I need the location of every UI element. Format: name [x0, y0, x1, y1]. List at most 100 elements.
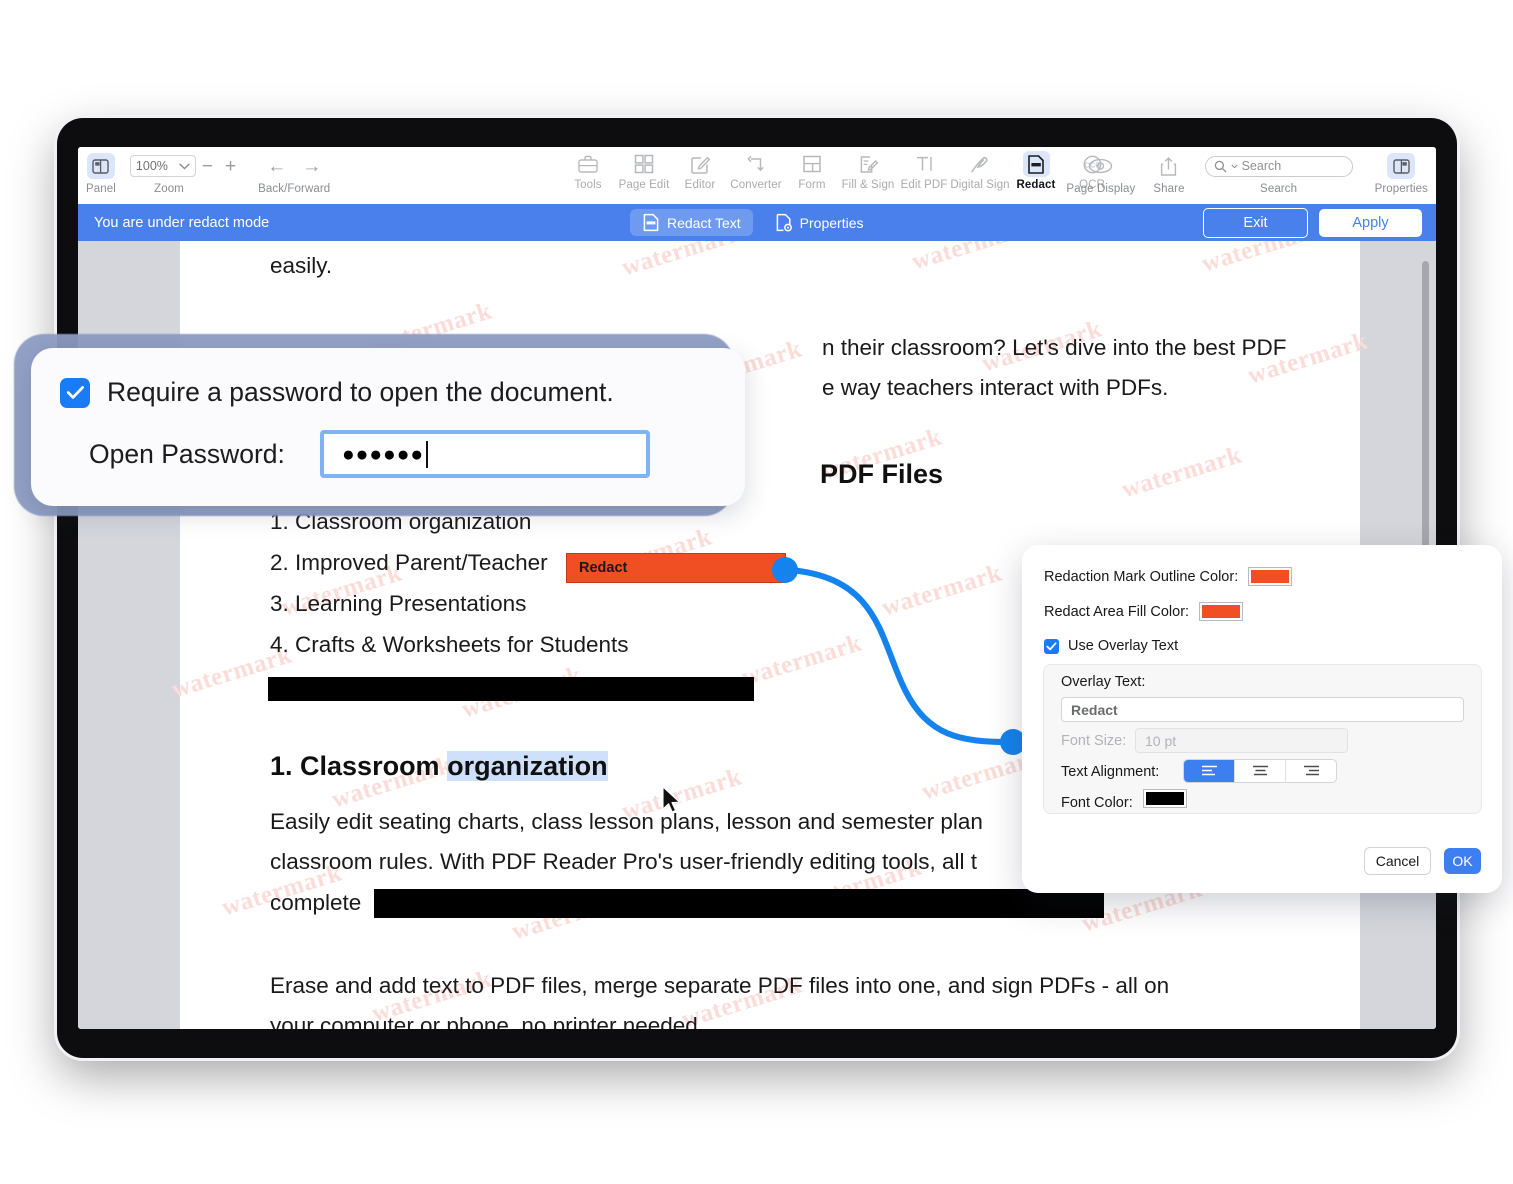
outline-color-fill: [1251, 570, 1290, 583]
pencil-square-icon: [687, 151, 714, 177]
redact-properties-button[interactable]: Properties: [763, 209, 876, 236]
font-size-input[interactable]: 10 pt: [1135, 728, 1348, 753]
tool-page-edit[interactable]: Page Edit: [616, 151, 672, 191]
back-forward-label: Back/Forward: [258, 183, 331, 195]
doc-list-item: 2. Improved Parent/Teacher: [270, 550, 548, 575]
tool-page-edit-label: Page Edit: [618, 179, 670, 191]
main-toolbar: Panel 100% − + Zoom ← → Back/Forward Too…: [78, 147, 1436, 204]
tool-edit-pdf[interactable]: Edit PDF: [896, 151, 952, 191]
redact-properties-label: Properties: [799, 214, 864, 231]
fill-color-swatch[interactable]: [1199, 602, 1244, 621]
tool-converter[interactable]: Converter: [728, 151, 784, 191]
panel-icon-wrap: [86, 151, 115, 181]
doc-section-heading-selected: organization: [447, 751, 608, 781]
align-right-icon: [1303, 765, 1319, 776]
toolbar-right-group: Page Display Share Search Search Propert…: [1066, 151, 1428, 195]
dialog-actions: Cancel OK: [1364, 847, 1481, 875]
properties-icon-wrap: [1387, 151, 1416, 181]
overlay-text-value: Redact: [1071, 701, 1118, 718]
panel-icon: [86, 153, 115, 179]
use-overlay-checkbox[interactable]: [1044, 638, 1059, 654]
require-password-checkbox[interactable]: [60, 377, 90, 408]
doc-section-heading: 1. Classroom organization: [270, 751, 608, 782]
doc-line-easily: easily.: [270, 253, 333, 278]
zoom-label: Zoom: [154, 183, 184, 195]
password-dialog: Require a password to open the document.…: [31, 348, 745, 506]
mouse-cursor: [662, 786, 681, 813]
tool-digital-sign-label: Digital Sign: [950, 179, 1010, 191]
align-right-option[interactable]: [1286, 760, 1336, 782]
back-forward-group: ← → Back/Forward: [258, 151, 331, 196]
redact-text-icon: [643, 213, 659, 232]
search-label: Search: [1260, 183, 1298, 195]
tool-form[interactable]: Form: [784, 151, 840, 191]
tool-editor[interactable]: Editor: [672, 151, 728, 191]
share-button[interactable]: Share: [1153, 151, 1184, 195]
panel-icon-svg: [92, 158, 110, 174]
font-color-label: Font Color:: [1061, 795, 1133, 811]
convert-arrows-icon: [743, 151, 770, 177]
align-center-option[interactable]: [1235, 760, 1286, 782]
properties-button[interactable]: Properties: [1375, 151, 1428, 195]
share-upload-icon: [1159, 151, 1178, 181]
redaction-mark[interactable]: Redact: [566, 553, 786, 583]
outline-color-row: Redaction Mark Outline Color:: [1044, 567, 1293, 586]
tool-redact[interactable]: Redact: [1008, 151, 1064, 191]
cancel-button[interactable]: Cancel: [1364, 847, 1431, 875]
redact-text-button[interactable]: Redact Text: [630, 209, 753, 236]
toolbar-center-group: Tools Page Edit Editor Converter Form Fi…: [560, 151, 1120, 191]
open-password-input[interactable]: ●●●●●●: [320, 430, 650, 478]
require-password-label: Require a password to open the document.: [107, 377, 614, 407]
forward-arrow-icon[interactable]: →: [294, 157, 329, 176]
redact-bar-tools: Redact Text Properties: [630, 209, 875, 236]
zoom-group: 100% − + Zoom: [129, 151, 242, 195]
search-input[interactable]: Search: [1204, 155, 1353, 177]
zoom-out-button[interactable]: −: [196, 157, 219, 176]
font-color-swatch[interactable]: [1143, 789, 1187, 808]
tool-fill-sign[interactable]: Fill & Sign: [840, 151, 896, 191]
zoom-select[interactable]: 100%: [129, 155, 196, 177]
align-left-option[interactable]: [1184, 760, 1235, 782]
open-password-label: Open Password:: [89, 438, 285, 469]
tool-digital-sign[interactable]: Digital Sign: [950, 151, 1010, 191]
magnifier-icon: [1214, 160, 1227, 172]
eye-icon: [1087, 151, 1114, 181]
zoom-value: 100%: [135, 159, 168, 173]
fill-sign-icon: [855, 151, 882, 177]
tool-tools[interactable]: Tools: [560, 151, 616, 191]
font-size-value: 10 pt: [1145, 732, 1177, 749]
align-center-icon: [1252, 765, 1268, 776]
panel-label: Panel: [86, 183, 116, 195]
doc-section-heading-prefix: 1. Classroom: [270, 751, 448, 781]
panel-toggle[interactable]: Panel: [86, 151, 116, 195]
page-display-button[interactable]: Page Display: [1066, 151, 1135, 195]
text-tool-icon: [911, 151, 938, 177]
tool-editor-label: Editor: [684, 179, 716, 191]
ok-button[interactable]: OK: [1444, 848, 1481, 874]
use-overlay-row[interactable]: Use Overlay Text: [1044, 638, 1178, 654]
share-label: Share: [1153, 183, 1185, 195]
redacted-black-bar: [268, 677, 754, 701]
tool-edit-pdf-label: Edit PDF: [900, 179, 948, 191]
grid-icon: [631, 151, 658, 177]
overlay-text-input[interactable]: Redact: [1061, 697, 1464, 722]
properties-label: Properties: [1374, 183, 1428, 195]
redaction-properties-dialog: Redaction Mark Outline Color: Redact Are…: [1022, 545, 1502, 893]
doc-paragraph-1: n their classroom? Let's dive into the b…: [822, 335, 1287, 360]
doc-body-line-2: classroom rules. With PDF Reader Pro's u…: [270, 849, 978, 874]
back-arrow-icon[interactable]: ←: [259, 157, 294, 176]
zoom-in-button[interactable]: +: [219, 157, 242, 176]
tool-fill-sign-label: Fill & Sign: [841, 179, 895, 191]
doc-body-line-1: Easily edit seating charts, class lesson…: [270, 809, 983, 834]
doc-list-item: 4. Crafts & Worksheets for Students: [270, 632, 629, 657]
require-password-row[interactable]: Require a password to open the document.: [60, 377, 614, 408]
outline-color-swatch[interactable]: [1248, 567, 1293, 586]
apply-button[interactable]: Apply: [1319, 208, 1422, 237]
exit-button[interactable]: Exit: [1203, 207, 1308, 238]
tool-converter-label: Converter: [730, 179, 782, 191]
open-password-value: ●●●●●●: [342, 442, 425, 466]
fill-color-label: Redact Area Fill Color:: [1044, 603, 1190, 620]
doc-paragraph-2: e way teachers interact with PDFs.: [822, 375, 1169, 400]
redact-mode-bar: You are under redact mode Redact Text Pr…: [78, 204, 1436, 241]
text-alignment-segmented-control[interactable]: [1183, 759, 1337, 783]
